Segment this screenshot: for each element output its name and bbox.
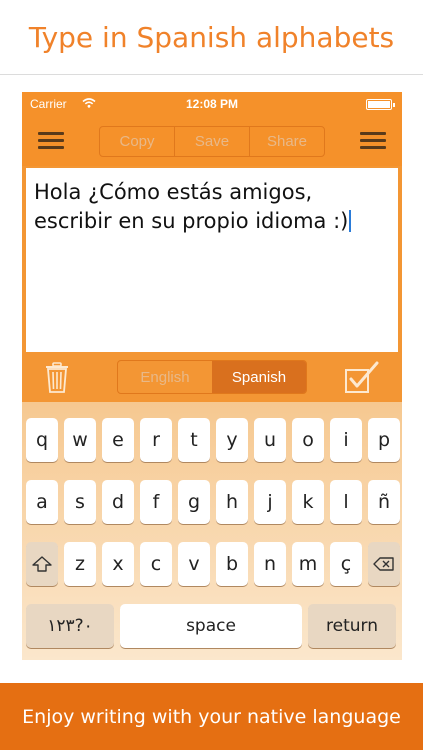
key-z[interactable]: z: [64, 542, 96, 586]
text-caret: [349, 210, 352, 232]
left-menu-icon[interactable]: [38, 132, 64, 150]
key-e[interactable]: e: [102, 418, 134, 462]
key-f[interactable]: f: [140, 480, 172, 524]
clock: 12:08 PM: [185, 97, 239, 111]
key-s[interactable]: s: [64, 480, 96, 524]
key-p[interactable]: p: [368, 418, 400, 462]
share-button[interactable]: Share: [250, 127, 324, 156]
key-y[interactable]: y: [216, 418, 248, 462]
key-m[interactable]: m: [292, 542, 324, 586]
key-u[interactable]: u: [254, 418, 286, 462]
key-l[interactable]: l: [330, 480, 362, 524]
checkbox-check-icon[interactable]: [344, 360, 380, 394]
shift-icon: [32, 556, 52, 572]
key-n-tilde[interactable]: ñ: [368, 480, 400, 524]
footer-text: Enjoy writing with your native language: [22, 705, 401, 728]
key-r[interactable]: r: [140, 418, 172, 462]
language-bar: English Spanish: [22, 352, 402, 402]
backspace-icon: [373, 557, 394, 571]
key-n[interactable]: n: [254, 542, 286, 586]
save-button[interactable]: Save: [175, 127, 250, 156]
key-d[interactable]: d: [102, 480, 134, 524]
footer-banner: Enjoy writing with your native language: [0, 683, 423, 750]
key-c[interactable]: c: [140, 542, 172, 586]
spanish-tab[interactable]: Spanish: [212, 361, 306, 393]
return-key[interactable]: return: [308, 604, 396, 648]
keyboard: q w e r t y u o i p a s d f g h j k l ñ …: [22, 402, 402, 660]
battery-icon: [366, 99, 395, 110]
key-v[interactable]: v: [178, 542, 210, 586]
backspace-key[interactable]: [368, 542, 400, 586]
english-tab[interactable]: English: [118, 361, 212, 393]
key-g[interactable]: g: [178, 480, 210, 524]
key-x[interactable]: x: [102, 542, 134, 586]
status-bar: Carrier 12:08 PM: [22, 92, 402, 116]
right-menu-icon[interactable]: [360, 132, 386, 150]
key-t[interactable]: t: [178, 418, 210, 462]
shift-key[interactable]: [26, 542, 58, 586]
editor-text: Hola ¿Cómo estás amigos, escribir en su …: [34, 180, 349, 233]
numbers-key[interactable]: ٠?١٢٣: [26, 604, 114, 648]
action-segmented-control: Copy Save Share: [99, 126, 325, 157]
key-w[interactable]: w: [64, 418, 96, 462]
text-editor[interactable]: Hola ¿Cómo estás amigos, escribir en su …: [26, 168, 398, 352]
key-j[interactable]: j: [254, 480, 286, 524]
trash-icon[interactable]: [44, 362, 70, 394]
key-b[interactable]: b: [216, 542, 248, 586]
space-key[interactable]: space: [120, 604, 302, 648]
key-c-cedilla[interactable]: ç: [330, 542, 362, 586]
key-a[interactable]: a: [26, 480, 58, 524]
copy-button[interactable]: Copy: [100, 127, 175, 156]
phone-screen: Carrier 12:08 PM Copy Save Share Hola ¿C…: [22, 92, 402, 660]
key-o[interactable]: o: [292, 418, 324, 462]
key-q[interactable]: q: [26, 418, 58, 462]
headline: Type in Spanish alphabets: [0, 0, 423, 75]
toolbar: Copy Save Share: [22, 116, 402, 166]
language-segmented-control: English Spanish: [117, 360, 307, 394]
key-i[interactable]: i: [330, 418, 362, 462]
key-k[interactable]: k: [292, 480, 324, 524]
key-h[interactable]: h: [216, 480, 248, 524]
